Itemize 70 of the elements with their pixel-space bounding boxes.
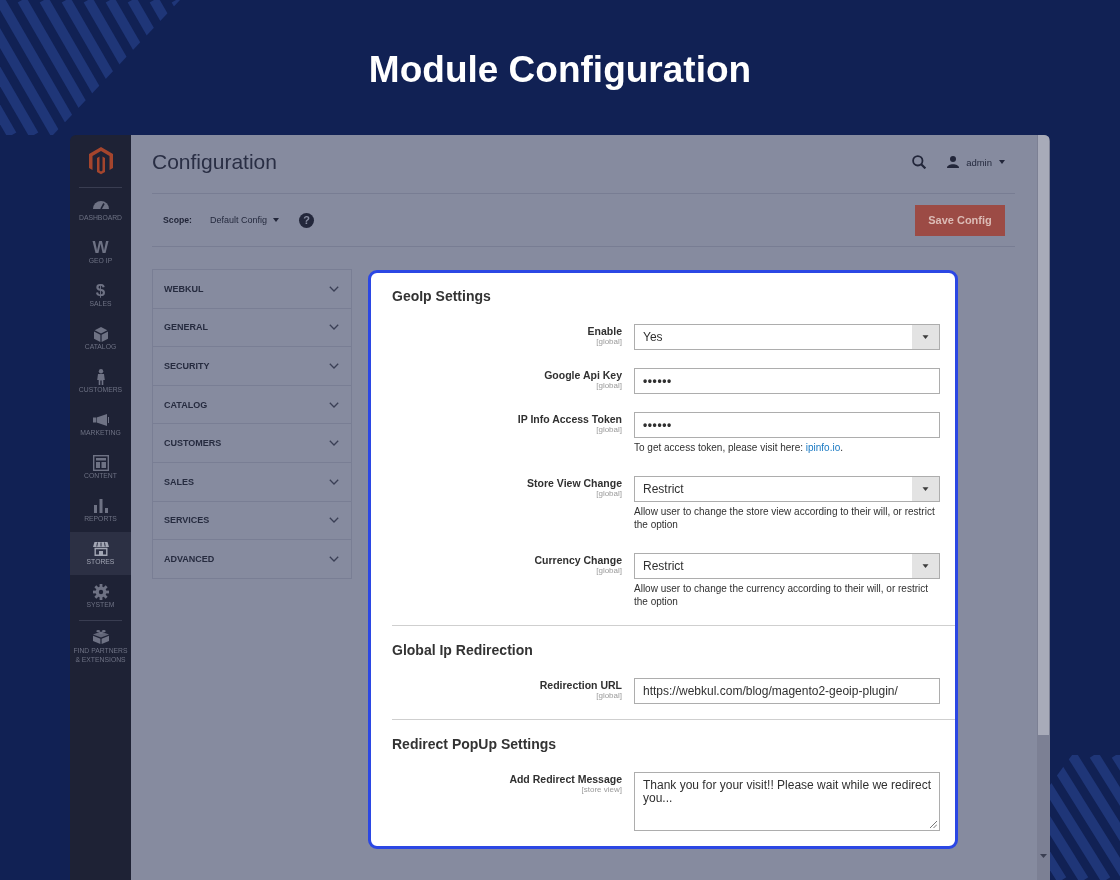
- chevron-down-icon: [329, 517, 339, 524]
- field-label: Currency Change: [534, 554, 622, 566]
- page-title: Configuration: [152, 149, 277, 175]
- user-menu-button[interactable]: admin: [947, 156, 1005, 168]
- blocks-icon: [92, 628, 109, 644]
- chevron-down-icon: [329, 363, 339, 369]
- config-section-tab[interactable]: GENERAL: [153, 308, 351, 348]
- caret-icon: [273, 218, 279, 222]
- config-section-tab[interactable]: CUSTOMERS: [153, 424, 351, 463]
- chevron-down-icon: [329, 285, 339, 292]
- section-title: Global Ip Redirection: [392, 641, 533, 660]
- chevron-down-icon: [329, 440, 339, 447]
- person-icon: [96, 369, 105, 385]
- logo-icon[interactable]: [88, 147, 113, 175]
- gear-icon: [92, 584, 109, 600]
- chevron-down-icon: [329, 324, 339, 331]
- field-label: IP Info Access Token: [517, 413, 622, 425]
- save-config-button[interactable]: Save Config: [915, 204, 1005, 236]
- scope-hint: [global]: [596, 566, 622, 575]
- chevron-down-icon: [329, 401, 339, 408]
- config-section-tab[interactable]: ADVANCED: [153, 540, 351, 579]
- field-label: Enable: [587, 325, 622, 337]
- scope-hint: [store view]: [581, 785, 622, 794]
- message-textarea[interactable]: Thank you for your visit!! Please wait while we redirect you...: [634, 772, 940, 831]
- config-section-tab[interactable]: WEBKUL: [153, 270, 351, 309]
- help-text: To get access token, please visit here: ipinfo.io.: [634, 441, 844, 454]
- scope-label: Scope:: [163, 215, 192, 225]
- chevron-down-icon: [329, 555, 339, 562]
- dollar-icon: $: [95, 283, 106, 299]
- box-icon: [93, 326, 108, 342]
- section-title: Redirect PopUp Settings: [392, 735, 557, 754]
- bar-chart-icon: [93, 499, 108, 513]
- field-label: Store View Change: [527, 477, 622, 489]
- chevron-down-icon: [329, 478, 339, 485]
- help-button[interactable]: ?: [299, 212, 314, 228]
- storefront-icon: [92, 542, 109, 556]
- scrollbar[interactable]: [1037, 135, 1050, 880]
- layout-icon: [92, 455, 109, 471]
- scope-hint: [global]: [596, 489, 622, 498]
- dropdown-field[interactable]: Yes: [634, 324, 940, 350]
- help-text: Allow user to change the store view according to their will, or restrict the option: [634, 505, 936, 531]
- megaphone-icon: [92, 414, 109, 426]
- search-icon[interactable]: [912, 155, 927, 169]
- scrollbar-thumb[interactable]: [1038, 135, 1049, 735]
- field-label: Google Api Key: [544, 369, 622, 381]
- scope-dropdown[interactable]: Default Config: [209, 215, 279, 225]
- field-label: Redirection URL: [539, 679, 622, 691]
- resize-grip-icon[interactable]: [930, 821, 937, 828]
- dropdown-field[interactable]: Restrict: [634, 553, 940, 579]
- section-title: GeoIp Settings: [392, 287, 491, 306]
- user-icon: [947, 156, 960, 168]
- password-field[interactable]: ••••••: [634, 412, 940, 438]
- page-heading: Module Configuration: [368, 48, 752, 92]
- help-text: Allow user to change the currency according to their will, or restrict the option: [634, 582, 929, 608]
- scope-hint: [global]: [596, 337, 622, 346]
- scope-hint: [global]: [596, 691, 622, 700]
- config-section-tab[interactable]: SERVICES: [153, 501, 351, 541]
- scope-hint: [global]: [596, 425, 622, 434]
- scope-hint: [global]: [596, 381, 622, 390]
- config-section-tab[interactable]: SALES: [153, 462, 351, 502]
- scroll-down-arrow-icon[interactable]: [1040, 854, 1047, 858]
- caret-icon: [999, 160, 1005, 164]
- password-field[interactable]: ••••••: [634, 368, 940, 394]
- text-field[interactable]: https://webkul.com/blog/magento2-geoip-plugin/: [634, 678, 940, 704]
- config-section-tab[interactable]: SECURITY: [153, 347, 351, 386]
- gauge-icon: [92, 201, 109, 209]
- config-section-tab[interactable]: CATALOG: [153, 385, 351, 425]
- letter-w-icon: W: [92, 240, 109, 256]
- field-label: Add Redirect Message: [509, 773, 622, 785]
- dropdown-field[interactable]: Restrict: [634, 476, 940, 502]
